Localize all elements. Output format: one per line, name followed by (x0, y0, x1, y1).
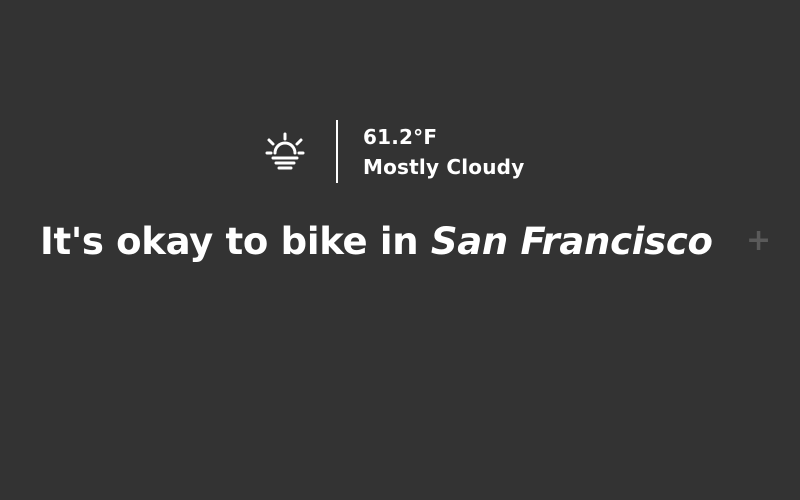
weather-summary: 61.2°F Mostly Cloudy (0, 118, 800, 184)
weather-condition: Mostly Cloudy (363, 155, 525, 179)
add-city-button[interactable]: + (746, 226, 771, 256)
sunrise-cloudy-icon (264, 132, 306, 170)
bike-verdict: It's okay to bike in San Francisco + (0, 213, 800, 273)
weather-readout: 61.2°F Mostly Cloudy (363, 122, 524, 182)
headline-prefix: It's okay to bike in (40, 220, 431, 263)
weather-divider (336, 120, 338, 183)
temperature-value: 61.2°F (363, 125, 438, 149)
city-name[interactable]: San Francisco (431, 220, 713, 263)
headline: It's okay to bike in San Francisco (40, 217, 713, 267)
page: 61.2°F Mostly Cloudy It's okay to bike i… (0, 0, 800, 500)
